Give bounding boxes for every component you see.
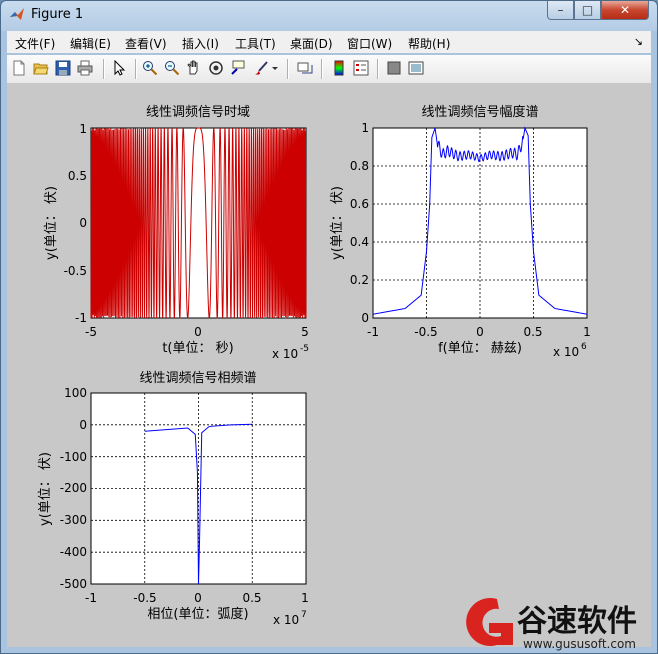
save-icon[interactable] bbox=[55, 60, 71, 76]
y-axis-label: y(单位： 伏) bbox=[330, 186, 345, 260]
legend-icon[interactable] bbox=[353, 60, 369, 76]
pointer-icon[interactable] bbox=[111, 60, 127, 76]
x-axis-label: t(单位： 秒) bbox=[162, 341, 233, 356]
x-tick-label: -0.5 bbox=[414, 325, 437, 339]
close-icon: ✕ bbox=[619, 3, 631, 17]
y-axis-label: y(单位： 伏) bbox=[44, 186, 59, 260]
plot-title: 线性调频信号幅度谱 bbox=[421, 104, 538, 120]
y-tick-label: -500 bbox=[60, 577, 87, 591]
title-bar[interactable]: Figure 1 – □ ✕ bbox=[1, 1, 657, 29]
menu-insert[interactable]: 插入(I) bbox=[182, 35, 219, 52]
print-icon[interactable] bbox=[77, 60, 93, 76]
y-tick-label: -400 bbox=[60, 545, 87, 559]
axes-time-domain[interactable]: 线性调频信号时域 -5 0 5 -1 -0.5 0 0.5 1 t(单位： 秒)… bbox=[44, 105, 309, 361]
menu-file[interactable]: 文件(F) bbox=[15, 35, 55, 52]
menu-edit[interactable]: 编辑(E) bbox=[70, 35, 111, 52]
y-tick-label: 0 bbox=[79, 418, 87, 432]
toolbar-separator bbox=[103, 59, 105, 79]
y-tick-label: 0.8 bbox=[350, 159, 369, 173]
toolbar-separator bbox=[287, 59, 289, 79]
toolbar-separator bbox=[321, 59, 323, 79]
x-tick-label: -1 bbox=[85, 591, 97, 605]
x-tick-label: 1 bbox=[301, 591, 309, 605]
y-tick-label: 0 bbox=[79, 216, 87, 230]
data-cursor-icon[interactable] bbox=[230, 60, 246, 76]
x-exponent-label: x 10 bbox=[273, 613, 299, 627]
figure-canvas: 线性调频信号时域 -5 0 5 -1 -0.5 0 0.5 1 t(单位： 秒)… bbox=[7, 84, 651, 647]
x-axis-label: f(单位： 赫兹) bbox=[438, 341, 522, 356]
x-tick-label: -0.5 bbox=[133, 591, 156, 605]
y-tick-label: 1 bbox=[361, 121, 369, 135]
rotate-3d-icon[interactable] bbox=[208, 60, 224, 76]
colorbar-icon[interactable] bbox=[331, 60, 347, 76]
x-tick-label: -5 bbox=[85, 325, 97, 339]
menu-bar: 文件(F) 编辑(E) 查看(V) 插入(I) 工具(T) 桌面(D) 窗口(W… bbox=[7, 31, 651, 53]
menu-overflow-icon[interactable]: ↘ bbox=[634, 35, 643, 48]
x-tick-label: -1 bbox=[367, 325, 379, 339]
watermark-url: www.gususoft.com bbox=[523, 637, 636, 651]
maximize-button[interactable]: □ bbox=[574, 1, 601, 20]
x-tick-label: 0.5 bbox=[242, 591, 261, 605]
watermark-brand: 谷速软件 bbox=[517, 604, 637, 639]
link-plot-icon[interactable] bbox=[297, 60, 313, 76]
toolbar bbox=[7, 55, 651, 84]
x-exponent-power: -5 bbox=[300, 344, 309, 354]
x-tick-label: 1 bbox=[583, 325, 591, 339]
new-figure-icon[interactable] bbox=[11, 60, 27, 76]
y-tick-label: -200 bbox=[60, 481, 87, 495]
window-title: Figure 1 bbox=[31, 7, 84, 22]
axes-amplitude-spectrum[interactable]: 线性调频信号幅度谱 -1 -0.5 0 0.5 1 0 0.2 0.4 0.6 … bbox=[330, 104, 591, 359]
maximize-icon: □ bbox=[581, 3, 594, 17]
y-tick-label: 100 bbox=[64, 386, 87, 400]
brush-icon[interactable] bbox=[253, 60, 269, 76]
x-exponent-label: x 10 bbox=[553, 345, 579, 359]
toolbar-separator bbox=[377, 59, 379, 79]
matlab-icon bbox=[10, 8, 24, 20]
open-file-icon[interactable] bbox=[33, 60, 49, 76]
minimize-icon: – bbox=[557, 3, 564, 17]
plot-title: 线性调频信号相频谱 bbox=[139, 371, 256, 386]
x-tick-label: 0 bbox=[194, 325, 202, 339]
y-tick-label: 1 bbox=[79, 122, 87, 136]
plot-title: 线性调频信号时域 bbox=[146, 105, 250, 120]
x-axis-label: 相位(单位：弧度) bbox=[147, 606, 248, 622]
menu-desktop[interactable]: 桌面(D) bbox=[290, 35, 333, 52]
show-plot-tools-icon[interactable] bbox=[408, 60, 424, 76]
y-tick-label: 0.2 bbox=[350, 273, 369, 287]
y-tick-label: -0.5 bbox=[64, 264, 87, 278]
menu-help[interactable]: 帮助(H) bbox=[408, 35, 450, 52]
brush-dropdown-icon[interactable] bbox=[271, 60, 279, 76]
watermark-logo: 谷速软件 www.gususoft.com bbox=[457, 593, 657, 653]
zoom-out-icon[interactable] bbox=[164, 60, 180, 76]
x-exponent-power: 7 bbox=[301, 610, 307, 620]
axes-phase-spectrum[interactable]: 线性调频信号相频谱 -1 -0.5 0 0.5 1 -500 -400 -300… bbox=[38, 371, 309, 627]
y-tick-label: -300 bbox=[60, 513, 87, 527]
menu-window[interactable]: 窗口(W) bbox=[347, 35, 392, 52]
close-button[interactable]: ✕ bbox=[601, 1, 649, 20]
x-tick-label: 0 bbox=[194, 591, 202, 605]
y-tick-label: 0 bbox=[361, 311, 369, 325]
x-exponent-power: 6 bbox=[581, 342, 587, 352]
plots-svg: 线性调频信号时域 -5 0 5 -1 -0.5 0 0.5 1 t(单位： 秒)… bbox=[38, 104, 591, 627]
toolbar-separator bbox=[135, 59, 137, 79]
x-exponent-label: x 10 bbox=[272, 347, 298, 361]
zoom-in-icon[interactable] bbox=[142, 60, 158, 76]
y-tick-label: 0.4 bbox=[350, 235, 369, 249]
x-tick-label: 0.5 bbox=[523, 325, 542, 339]
x-tick-label: 5 bbox=[301, 325, 309, 339]
y-tick-label: -1 bbox=[75, 311, 87, 325]
figure-window: Figure 1 – □ ✕ 文件(F) 编辑(E) 查看(V) 插入(I) 工… bbox=[0, 0, 658, 654]
y-axis-label: y(单位： 伏) bbox=[38, 452, 53, 526]
menu-tools[interactable]: 工具(T) bbox=[235, 35, 276, 52]
y-tick-label: 0.5 bbox=[68, 169, 87, 183]
minimize-button[interactable]: – bbox=[547, 1, 574, 20]
x-tick-label: 0 bbox=[476, 325, 484, 339]
menu-view[interactable]: 查看(V) bbox=[125, 35, 167, 52]
y-tick-label: 0.6 bbox=[350, 197, 369, 211]
hide-plot-tools-icon[interactable] bbox=[386, 60, 402, 76]
pan-hand-icon[interactable] bbox=[186, 60, 202, 76]
gususoft-g-icon bbox=[466, 598, 513, 646]
y-tick-label: -100 bbox=[60, 450, 87, 464]
